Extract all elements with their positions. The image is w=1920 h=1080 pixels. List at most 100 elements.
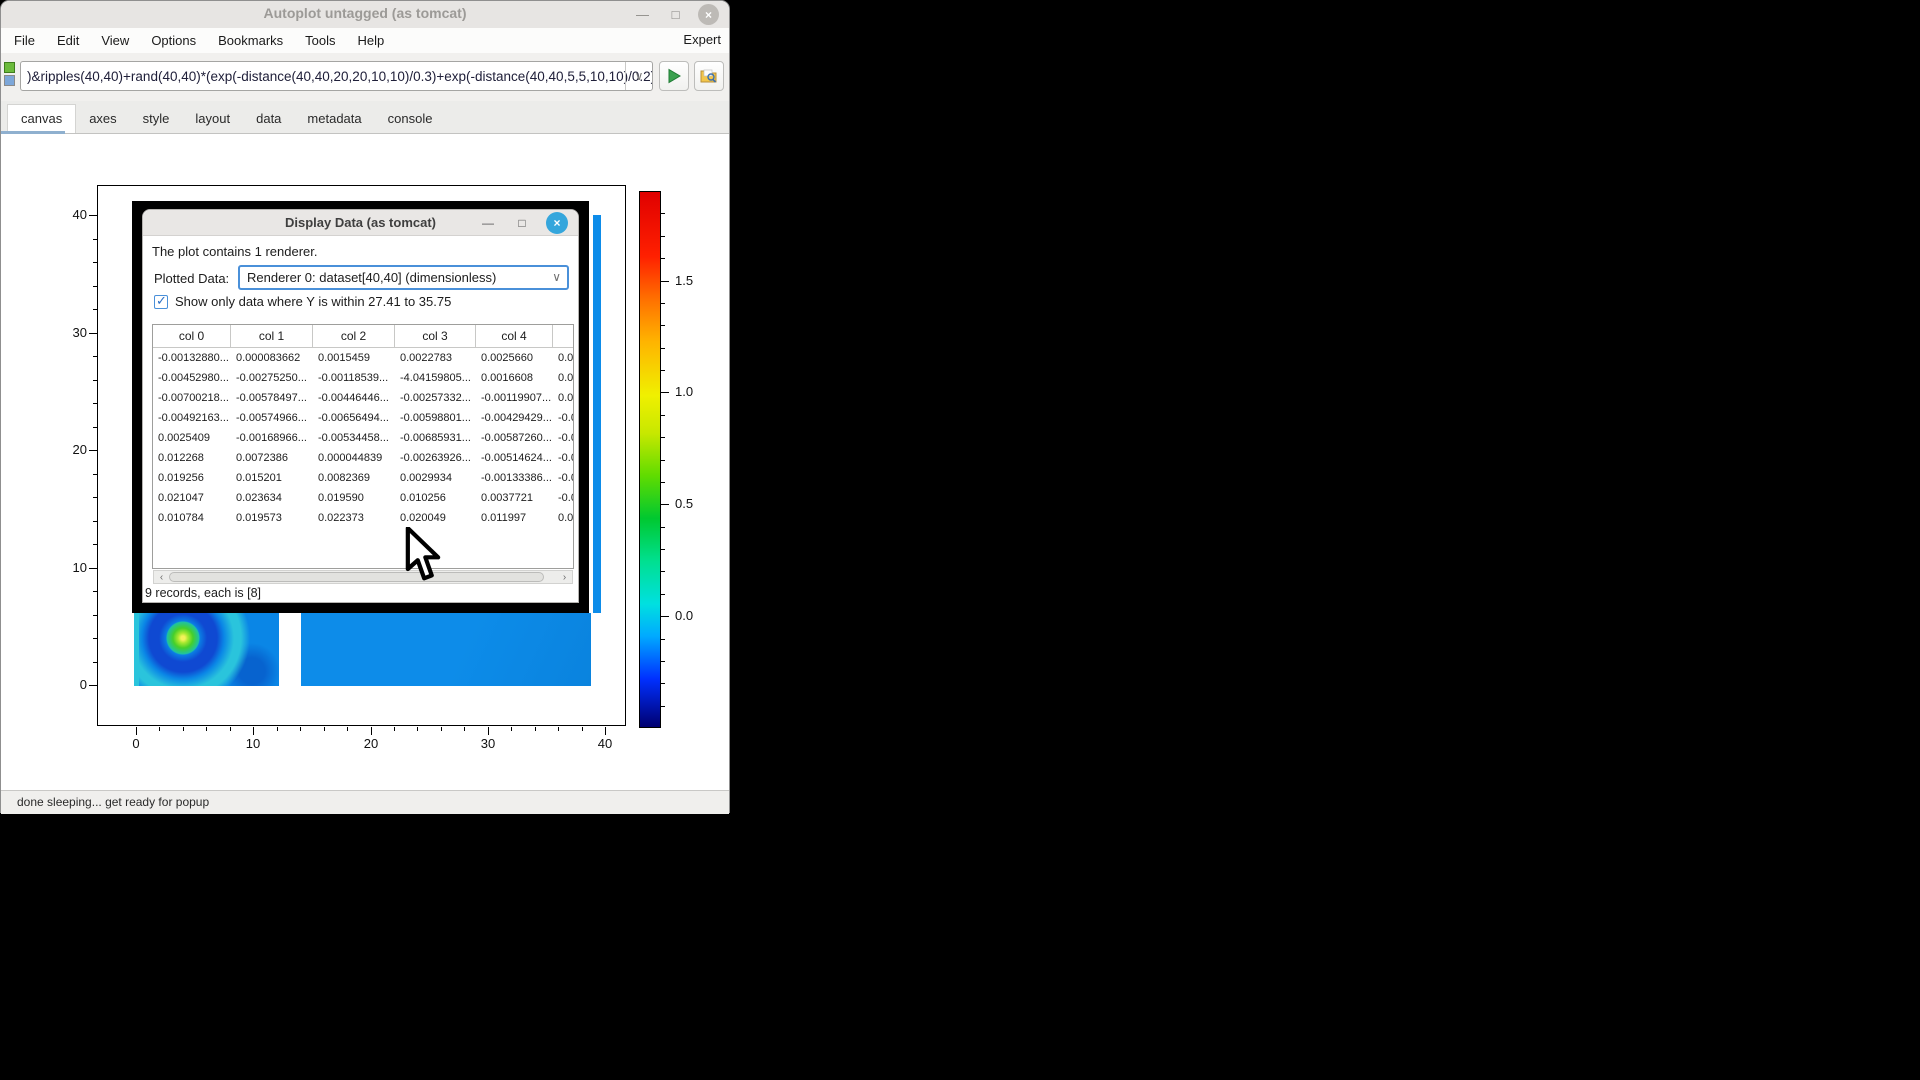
tab-canvas[interactable]: canvas bbox=[7, 104, 76, 133]
table-row[interactable]: 0.0122680.00723860.000044839-0.00263926.… bbox=[153, 448, 573, 468]
axis-tick bbox=[93, 544, 97, 545]
table-row[interactable]: 0.0107840.0195730.0223730.0200490.011997… bbox=[153, 508, 573, 528]
table-cell: 0.000044839 bbox=[313, 448, 395, 468]
table-cell: -0.00700218... bbox=[153, 388, 231, 408]
scrollbar-thumb[interactable] bbox=[169, 572, 544, 582]
table-row[interactable]: 0.0025409-0.00168966...-0.00534458...-0.… bbox=[153, 428, 573, 448]
axis-tick bbox=[661, 460, 665, 461]
data-table: col 0col 1col 2col 3col 4 -0.00132880...… bbox=[152, 324, 574, 569]
menu-file[interactable]: File bbox=[3, 28, 46, 53]
axis-tick bbox=[511, 727, 512, 731]
scroll-left-button[interactable]: ‹ bbox=[155, 571, 168, 583]
go-button[interactable] bbox=[659, 61, 689, 91]
dialog-minimize-button[interactable]: — bbox=[478, 213, 498, 233]
dialog-maximize-button[interactable]: □ bbox=[512, 213, 532, 233]
table-cell: -0.00578497... bbox=[231, 388, 313, 408]
axis-tick bbox=[277, 727, 278, 731]
axis-tick bbox=[230, 727, 231, 731]
menu-view[interactable]: View bbox=[90, 28, 140, 53]
menu-tools[interactable]: Tools bbox=[294, 28, 346, 53]
expert-mode-label[interactable]: Expert bbox=[683, 32, 721, 47]
scroll-right-button[interactable]: › bbox=[558, 571, 571, 583]
tab-console[interactable]: console bbox=[375, 105, 446, 133]
window-minimize-button[interactable]: — bbox=[632, 4, 653, 25]
menu-options[interactable]: Options bbox=[140, 28, 207, 53]
tab-style[interactable]: style bbox=[130, 105, 183, 133]
minimize-icon: — bbox=[636, 7, 649, 22]
table-cell: -0.00452980... bbox=[153, 368, 231, 388]
table-cell: 0.0029934 bbox=[395, 468, 476, 488]
table-row[interactable]: 0.0210470.0236340.0195900.0102560.003772… bbox=[153, 488, 573, 508]
table-row[interactable]: -0.00492163...-0.00574966...-0.00656494.… bbox=[153, 408, 573, 428]
chevron-down-icon: ∨ bbox=[635, 69, 644, 83]
open-file-button[interactable] bbox=[694, 61, 724, 91]
axis-tick bbox=[661, 213, 665, 214]
table-cell: 0.010256 bbox=[395, 488, 476, 508]
menu-edit[interactable]: Edit bbox=[46, 28, 90, 53]
renderer-count-text: The plot contains 1 renderer. bbox=[152, 244, 318, 259]
table-horizontal-scrollbar[interactable]: ‹ › bbox=[153, 570, 573, 584]
uri-dropdown-button[interactable]: ∨ bbox=[625, 62, 652, 90]
axis-tick bbox=[89, 568, 97, 569]
axis-tick bbox=[661, 303, 665, 304]
table-column-header[interactable] bbox=[553, 325, 574, 347]
table-column-header[interactable]: col 4 bbox=[476, 325, 553, 347]
tab-data[interactable]: data bbox=[243, 105, 294, 133]
heatmap-ripple-segment[interactable] bbox=[134, 613, 279, 686]
colorbar-tick-label: 1.5 bbox=[675, 273, 705, 288]
table-cell: 0.021047 bbox=[153, 488, 231, 508]
axis-tick bbox=[89, 215, 97, 216]
axis-tick bbox=[661, 571, 665, 572]
axis-tick bbox=[661, 348, 665, 349]
table-column-header[interactable]: col 3 bbox=[395, 325, 476, 347]
axis-tick bbox=[661, 392, 669, 393]
table-column-header[interactable]: col 0 bbox=[153, 325, 231, 347]
filter-checkbox-label: Show only data where Y is within 27.41 t… bbox=[175, 294, 451, 309]
table-row[interactable]: -0.00452980...-0.00275250...-0.00118539.… bbox=[153, 368, 573, 388]
tab-layout[interactable]: layout bbox=[182, 105, 243, 133]
y-tick-label: 30 bbox=[53, 325, 87, 340]
table-cell: 0.00 bbox=[553, 508, 574, 528]
table-cell: 0.0025660 bbox=[476, 348, 553, 368]
axis-tick bbox=[661, 236, 665, 237]
table-row[interactable]: -0.00132880...0.0000836620.00154590.0022… bbox=[153, 348, 573, 368]
window-maximize-button[interactable]: □ bbox=[665, 4, 686, 25]
axis-tick bbox=[661, 415, 665, 416]
menu-help[interactable]: Help bbox=[347, 28, 396, 53]
axis-tick bbox=[661, 437, 665, 438]
table-cell: -0.00119907... bbox=[476, 388, 553, 408]
table-cell: 0.0072386 bbox=[231, 448, 313, 468]
table-column-header[interactable]: col 2 bbox=[313, 325, 395, 347]
axis-tick bbox=[661, 370, 665, 371]
filter-checkbox[interactable]: ✓ bbox=[154, 295, 168, 309]
table-cell: -4.04159805... bbox=[395, 368, 476, 388]
window-titlebar[interactable]: Autoplot untagged (as tomcat) — □ × bbox=[1, 1, 729, 29]
colorbar[interactable] bbox=[639, 191, 661, 728]
table-column-header[interactable]: col 1 bbox=[231, 325, 313, 347]
table-row[interactable]: 0.0192560.0152010.00823690.0029934-0.001… bbox=[153, 468, 573, 488]
scroll-left-icon: ‹ bbox=[160, 572, 163, 583]
window-close-button[interactable]: × bbox=[698, 4, 719, 25]
axis-tick bbox=[159, 727, 160, 731]
axis-tick bbox=[661, 258, 665, 259]
table-row[interactable]: -0.00700218...-0.00578497...-0.00446446.… bbox=[153, 388, 573, 408]
axis-tick bbox=[582, 727, 583, 731]
uri-input[interactable]: )&ripples(40,40)+rand(40,40)*(exp(-dista… bbox=[20, 61, 653, 91]
dialog-titlebar[interactable]: Display Data (as tomcat) — □ × bbox=[143, 210, 578, 236]
table-cell: 0.011997 bbox=[476, 508, 553, 528]
table-cell: 0.020049 bbox=[395, 508, 476, 528]
axis-tick bbox=[488, 727, 489, 735]
axis-tick bbox=[441, 727, 442, 731]
tab-axes[interactable]: axes bbox=[76, 105, 129, 133]
axis-tick bbox=[661, 639, 665, 640]
plotted-data-select[interactable]: Renderer 0: dataset[40,40] (dimensionles… bbox=[238, 265, 569, 290]
axis-tick bbox=[661, 281, 669, 282]
tab-metadata[interactable]: metadata bbox=[294, 105, 374, 133]
table-cell: 0.00 bbox=[553, 348, 574, 368]
table-cell: -0.00118539... bbox=[313, 368, 395, 388]
status-bar: done sleeping... get ready for popup bbox=[1, 790, 729, 814]
dialog-close-button[interactable]: × bbox=[546, 212, 568, 234]
axis-tick bbox=[417, 727, 418, 731]
menu-bookmarks[interactable]: Bookmarks bbox=[207, 28, 294, 53]
heatmap-flat-segment[interactable] bbox=[301, 613, 591, 686]
